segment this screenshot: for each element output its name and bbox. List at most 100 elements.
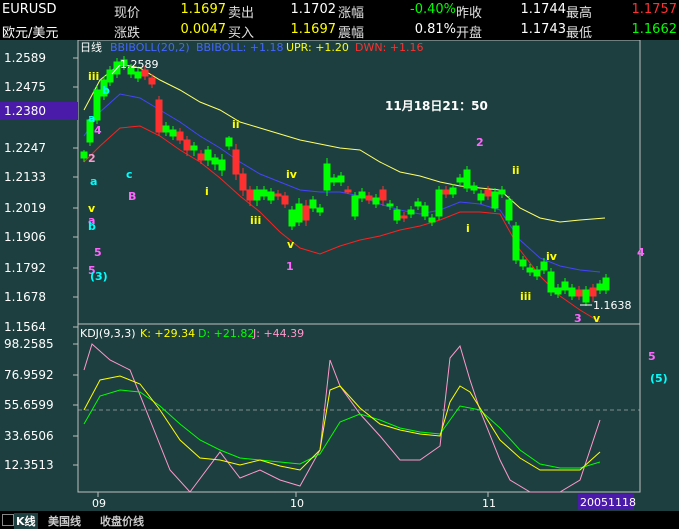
label-prev-close: 昨收: [456, 6, 483, 21]
tab-toggle-icon[interactable]: [2, 514, 14, 526]
candle-body: [337, 175, 345, 183]
label-amplitude: 震幅: [338, 26, 365, 41]
candle-body: [351, 195, 359, 217]
price-tick-label: 1.2019: [4, 201, 46, 215]
kdj-j-value: J: +44.39: [252, 327, 304, 340]
candle-body: [533, 269, 541, 277]
candle-body: [568, 287, 576, 297]
wave-label: ii: [512, 164, 520, 177]
wave-label: b: [102, 84, 110, 97]
candle-body: [512, 225, 520, 261]
label-current-price: 现价: [114, 6, 141, 21]
kdj-k-value: K: +29.34: [140, 327, 195, 340]
x-label-09: 09: [92, 497, 106, 510]
label-buy: 买入: [228, 26, 255, 41]
open-price: 1.1743: [520, 22, 567, 37]
candle-body: [274, 193, 282, 197]
prev-close: 1.1744: [520, 2, 567, 17]
price-highlight-label: 1.2380: [4, 104, 46, 118]
chart-canvas[interactable]: 1.2589 1.2475 1.2247 1.2133 1.2019 1.1906 1.17…: [0, 40, 679, 511]
wave-label: v: [593, 312, 601, 325]
current-price: 1.1697: [180, 2, 227, 17]
upr-value: UPR: +1.20: [286, 41, 349, 54]
label-low: 最低: [566, 26, 593, 41]
candle-body: [232, 149, 240, 175]
candle-body: [407, 209, 415, 215]
candle-body: [148, 77, 156, 85]
period-label: 日线: [80, 40, 102, 54]
candle-body: [239, 173, 247, 191]
amplitude: 0.81%: [414, 22, 456, 37]
wave-label: 5: [648, 350, 656, 363]
wave-label: iv: [546, 250, 558, 263]
wave-label: (3): [90, 270, 108, 283]
candle-body: [372, 197, 380, 205]
wave-label: a: [90, 175, 97, 188]
wave-label: ii: [232, 118, 240, 131]
candle-body: [470, 185, 478, 191]
wave-label: b: [88, 220, 96, 233]
candle-body: [505, 199, 513, 221]
candle-body: [582, 289, 590, 303]
price-tick-label: 1.2247: [4, 141, 46, 155]
symbol-name: 欧元/美元: [2, 26, 59, 41]
candle-body: [477, 193, 485, 201]
candle-body: [561, 281, 569, 291]
candle-body: [169, 129, 177, 137]
wave-label: i: [205, 185, 209, 198]
label-high: 最高: [566, 6, 593, 21]
buy-price: 1.1697: [290, 22, 337, 37]
tab-close-line[interactable]: 收盘价线: [100, 513, 144, 529]
quote-row-2: 欧元/美元 涨跌 0.0047 买入 1.1697 震幅 0.81% 开盘 1.…: [0, 20, 679, 41]
candle-body: [456, 177, 464, 183]
wave-label: 4: [94, 124, 102, 137]
candle-body: [414, 201, 422, 207]
candle-body: [330, 177, 338, 183]
candle-body: [435, 189, 443, 217]
candle-body: [526, 267, 534, 273]
candle-body: [246, 189, 254, 201]
candle-body: [358, 191, 366, 199]
dwn-value: DWN: +1.16: [355, 41, 424, 54]
candle-body: [267, 191, 275, 201]
candle-body: [183, 139, 191, 151]
quote-header: EURUSD 现价 1.1697 卖出 1.1702 涨幅 -0.40% 昨收 …: [0, 0, 679, 41]
wave-label: 2: [476, 136, 484, 149]
candle-body: [162, 125, 170, 133]
kdj-tick-label: 76.9592: [4, 368, 54, 382]
candle-body: [288, 209, 296, 227]
wave-label: 3: [574, 312, 582, 325]
quote-row-1: EURUSD 现价 1.1697 卖出 1.1702 涨幅 -0.40% 昨收 …: [0, 0, 679, 21]
wave-label: iii: [520, 290, 531, 303]
low-label: 1.1638: [593, 299, 632, 312]
candle-body: [491, 191, 499, 209]
wave-label: (5): [650, 372, 668, 385]
kdj-title: KDJ(9,3,3): [80, 327, 136, 340]
candle-body: [421, 205, 429, 217]
change-value: 0.0047: [180, 22, 227, 37]
tab-kline[interactable]: K线: [14, 513, 38, 529]
wave-label: i: [466, 222, 470, 235]
candle-body: [281, 195, 289, 205]
candle-body: [302, 205, 310, 221]
candle-body: [596, 283, 604, 291]
candle-body: [211, 157, 219, 165]
candle-body: [190, 145, 198, 151]
candle-body: [519, 259, 527, 267]
candle-body: [589, 287, 597, 297]
candle-body: [554, 287, 562, 295]
candle-body: [106, 69, 114, 83]
x-label-11: 11: [482, 497, 496, 510]
candle-body: [442, 189, 450, 195]
wave-label: 5: [94, 246, 102, 259]
price-tick-label: 1.1564: [4, 320, 46, 334]
candle-body: [218, 159, 226, 171]
price-tick-label: 1.2475: [4, 80, 46, 94]
candle-body: [323, 163, 331, 191]
candle-body: [260, 189, 268, 197]
wave-label: c: [126, 168, 133, 181]
candle-body: [379, 189, 387, 201]
label-change: 涨跌: [114, 26, 141, 41]
tab-us-line[interactable]: 美国线: [48, 513, 81, 529]
candle-body: [547, 271, 555, 293]
